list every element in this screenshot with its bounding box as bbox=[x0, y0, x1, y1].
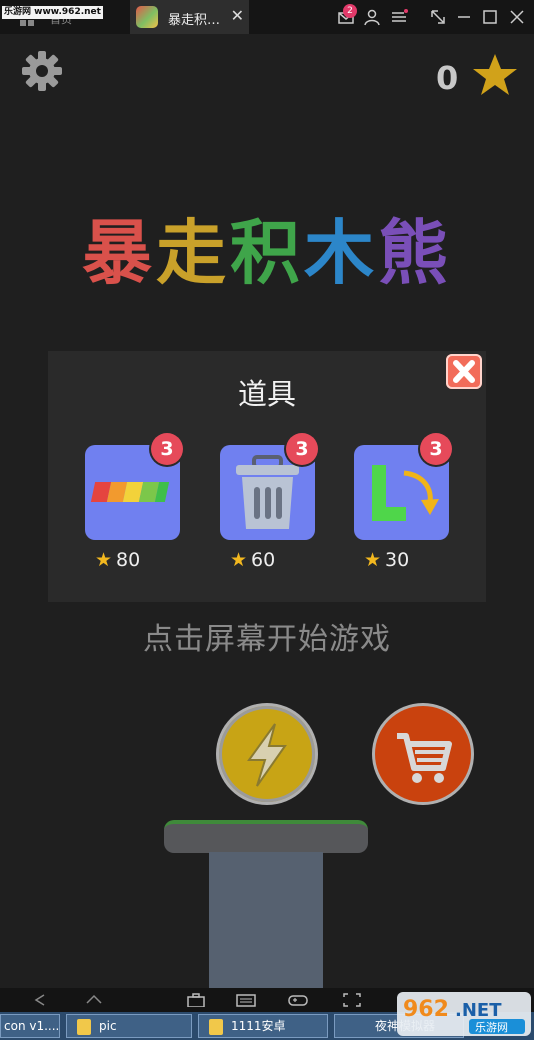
user-icon[interactable] bbox=[363, 8, 381, 26]
taskbar-item-label: 1111安卓 bbox=[231, 1019, 286, 1033]
score-value: 0 bbox=[436, 59, 459, 97]
watermark: 乐游网 www.962.net bbox=[2, 6, 103, 19]
lightning-icon bbox=[247, 723, 287, 787]
prop-count-badge: 3 bbox=[420, 433, 452, 465]
home-nav-icon[interactable] bbox=[84, 993, 104, 1007]
prop-item-rainbow[interactable]: 3 ★ 80 bbox=[85, 433, 183, 571]
app-icon bbox=[136, 6, 158, 28]
shopping-cart-icon bbox=[397, 733, 452, 783]
power-button[interactable] bbox=[219, 706, 315, 802]
title-char-3: 积 bbox=[230, 212, 304, 294]
svg-text:乐游网: 乐游网 bbox=[475, 1021, 508, 1034]
screenshot-icon[interactable] bbox=[342, 993, 362, 1007]
taskbar-item[interactable]: con v1.... bbox=[0, 1014, 60, 1038]
top-bar: 首页 乐游网 www.962.net 暴走积… ✕ 2 bbox=[0, 0, 534, 34]
title-char-4: 木 bbox=[304, 212, 378, 294]
star-icon: ★ bbox=[230, 549, 248, 571]
collapse-icon[interactable] bbox=[429, 8, 447, 26]
prop-price-value: 60 bbox=[251, 549, 276, 571]
close-panel-button[interactable] bbox=[446, 354, 482, 389]
prop-price: ★ 60 bbox=[230, 549, 310, 571]
star-icon: ★ bbox=[95, 549, 113, 571]
title-char-2: 走 bbox=[156, 212, 230, 294]
props-panel-title: 道具 bbox=[237, 377, 296, 411]
folder-icon bbox=[77, 1018, 91, 1035]
props-panel: 道具 3 ★ 80 3 ★ 60 3 ★ 30 bbox=[48, 351, 486, 602]
taskbar-item-folder[interactable]: 1111安卓 bbox=[198, 1014, 328, 1038]
platform-top bbox=[164, 820, 368, 853]
maximize-icon[interactable] bbox=[481, 8, 499, 26]
gamepad-icon[interactable] bbox=[288, 993, 308, 1007]
tap-to-start-text[interactable]: 点击屏幕开始游戏 bbox=[0, 614, 534, 658]
prop-count-badge: 3 bbox=[151, 433, 183, 465]
prop-price: ★ 30 bbox=[364, 549, 444, 571]
title-char-5: 熊 bbox=[378, 212, 452, 294]
prop-price-value: 80 bbox=[116, 549, 141, 571]
prop-price-value: 30 bbox=[385, 549, 410, 571]
site-logo: 962 .NET 乐游网 bbox=[397, 992, 531, 1036]
taskbar-item-label: pic bbox=[99, 1019, 117, 1033]
prop-item-trash[interactable]: 3 ★ 60 bbox=[220, 433, 318, 571]
svg-text:962: 962 bbox=[403, 997, 449, 1022]
keyboard-icon[interactable] bbox=[236, 993, 256, 1007]
back-icon[interactable] bbox=[30, 993, 50, 1007]
prop-item-rotate[interactable]: 3 ★ 30 bbox=[354, 433, 452, 571]
close-icon bbox=[453, 360, 475, 383]
taskbar-item-pic[interactable]: pic bbox=[66, 1014, 192, 1038]
platform-pillar bbox=[209, 852, 323, 992]
svg-text:.NET: .NET bbox=[455, 1000, 502, 1021]
notification-badge: 2 bbox=[343, 4, 357, 18]
folder-icon bbox=[209, 1018, 223, 1035]
star-icon bbox=[473, 54, 517, 95]
settings-gear-icon[interactable] bbox=[21, 50, 63, 92]
game-title: 暴走积木熊 bbox=[0, 205, 534, 301]
tab-close-icon[interactable]: ✕ bbox=[231, 6, 244, 25]
prop-count-badge: 3 bbox=[286, 433, 318, 465]
minimize-icon[interactable] bbox=[455, 8, 473, 26]
close-window-icon[interactable] bbox=[508, 8, 526, 26]
title-char-1: 暴 bbox=[82, 212, 156, 294]
tab-game[interactable]: 暴走积… ✕ bbox=[130, 0, 249, 34]
star-icon: ★ bbox=[364, 549, 382, 571]
tab-title: 暴走积… bbox=[168, 13, 221, 28]
taskbar-item-label: con v1.... bbox=[4, 1019, 60, 1033]
shop-button[interactable] bbox=[375, 706, 471, 802]
prop-price: ★ 80 bbox=[95, 549, 175, 571]
menu-icon[interactable] bbox=[390, 8, 408, 26]
toolbox-icon[interactable] bbox=[186, 993, 206, 1007]
